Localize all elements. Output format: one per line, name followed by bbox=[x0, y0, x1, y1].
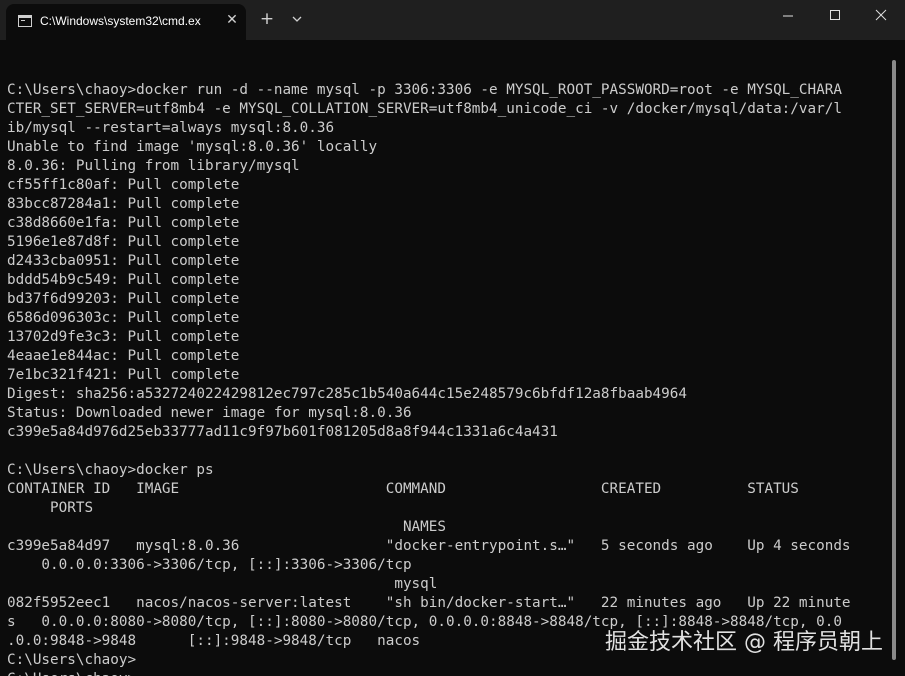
minimize-icon[interactable] bbox=[765, 0, 811, 32]
console-icon bbox=[18, 15, 32, 27]
tab-title: C:\Windows\system32\cmd.ex bbox=[40, 14, 201, 28]
terminal-line: cf55ff1c80af: Pull complete bbox=[7, 177, 240, 193]
tab-cmd[interactable]: C:\Windows\system32\cmd.ex ✕ bbox=[6, 4, 246, 40]
terminal-line: d2433cba0951: Pull complete bbox=[7, 253, 240, 269]
terminal-line: PORTS bbox=[7, 500, 94, 516]
terminal-line: Status: Downloaded newer image for mysql… bbox=[7, 405, 412, 421]
terminal-line: bd37f6d99203: Pull complete bbox=[7, 291, 240, 307]
terminal-line: 13702d9fe3c3: Pull complete bbox=[7, 329, 240, 345]
terminal-line: c399e5a84d97 mysql:8.0.36 "docker-entryp… bbox=[7, 538, 851, 554]
title-bar: C:\Windows\system32\cmd.ex ✕ + bbox=[0, 0, 905, 40]
terminal-line: 6586d096303c: Pull complete bbox=[7, 310, 240, 326]
terminal-line: 5196e1e87d8f: Pull complete bbox=[7, 234, 240, 250]
close-icon[interactable]: ✕ bbox=[223, 11, 241, 29]
terminal-line: C:\Users\chaoy>docker ps bbox=[7, 462, 214, 478]
terminal-window: C:\Windows\system32\cmd.ex ✕ + C:\Users\… bbox=[0, 0, 905, 676]
terminal-line: Unable to find image 'mysql:8.0.36' loca… bbox=[7, 139, 378, 155]
terminal-line: 082f5952eec1 nacos/nacos-server:latest "… bbox=[7, 595, 851, 611]
terminal-line: 7e1bc321f421: Pull complete bbox=[7, 367, 240, 383]
terminal-line: 4eaae1e844ac: Pull complete bbox=[7, 348, 240, 364]
chevron-down-icon[interactable] bbox=[286, 8, 308, 30]
terminal-line: mysql bbox=[7, 576, 438, 592]
scrollbar[interactable] bbox=[892, 60, 896, 660]
watermark: 掘金技术社区 @ 程序员朝上 bbox=[605, 630, 883, 655]
terminal-line: ib/mysql --restart=always mysql:8.0.36 bbox=[7, 120, 335, 136]
terminal-line: C:\Users\chaoy> bbox=[7, 670, 887, 676]
terminal-line: CTER_SET_SERVER=utf8mb4 -e MYSQL_COLLATI… bbox=[7, 101, 842, 117]
terminal-line: 0.0.0.0:3306->3306/tcp, [::]:3306->3306/… bbox=[7, 557, 412, 573]
terminal-line: C:\Users\chaoy>docker run -d --name mysq… bbox=[7, 82, 842, 98]
terminal-line: 8.0.36: Pulling from library/mysql bbox=[7, 158, 300, 174]
terminal-line: NAMES bbox=[7, 519, 446, 535]
close-icon[interactable] bbox=[858, 0, 904, 32]
terminal-line: bddd54b9c549: Pull complete bbox=[7, 272, 240, 288]
plus-icon[interactable]: + bbox=[256, 8, 278, 30]
terminal-line: Digest: sha256:a532724022429812ec797c285… bbox=[7, 386, 687, 402]
terminal-line: CONTAINER ID IMAGE COMMAND CREATED STATU… bbox=[7, 481, 799, 497]
maximize-icon[interactable] bbox=[812, 0, 858, 32]
terminal-output[interactable]: C:\Users\chaoy>docker run -d --name mysq… bbox=[7, 62, 887, 676]
terminal-line: c399e5a84d976d25eb33777ad11c9f97b601f081… bbox=[7, 424, 558, 440]
terminal-line: 83bcc87284a1: Pull complete bbox=[7, 196, 240, 212]
terminal-line: c38d8660e1fa: Pull complete bbox=[7, 215, 240, 231]
